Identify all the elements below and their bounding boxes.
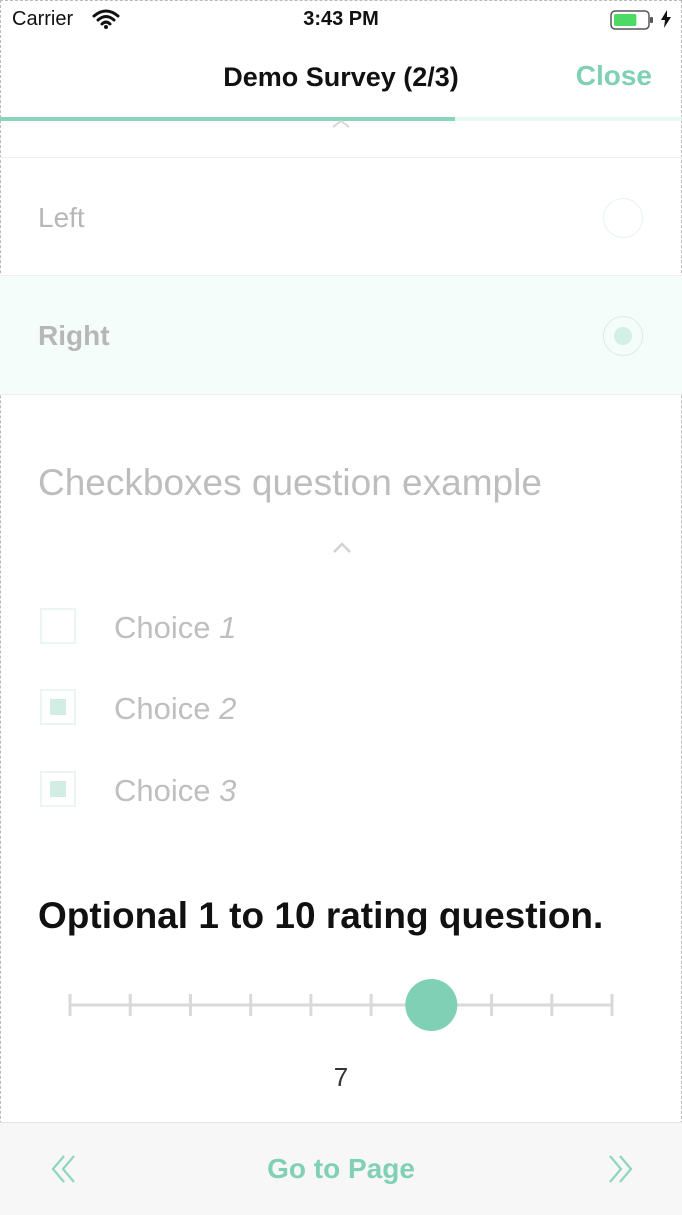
rating-value: 7 (333, 1062, 349, 1092)
checkbox-choice-2[interactable]: Choice 2 (0, 677, 682, 737)
checkbox-choice-3[interactable]: Choice 3 (0, 759, 682, 819)
chevron-up-icon (332, 119, 350, 128)
double-chevron-right-icon[interactable] (604, 1153, 634, 1185)
checkbox-choice-1[interactable]: Choice 1 (0, 596, 682, 656)
status-bar: Carrier 3:43 PM (0, 0, 682, 40)
checkbox-label: Choice 1 (114, 610, 237, 645)
close-button[interactable]: Close (576, 60, 652, 92)
radio-option-left[interactable]: Left (0, 158, 682, 276)
radio-button-selected[interactable] (603, 316, 643, 356)
checkbox-question-title: Checkboxes question example (38, 462, 542, 503)
radio-option-label: Right (38, 320, 110, 351)
radio-option-right[interactable]: Right (0, 276, 682, 394)
checkbox-fill (50, 781, 66, 797)
rating-question-title: Optional 1 to 10 rating question. (38, 895, 604, 936)
checkbox-checked[interactable] (40, 771, 76, 807)
bolt-icon (661, 10, 671, 28)
divider (0, 394, 682, 395)
checkbox-label: Choice 2 (114, 691, 237, 726)
checkbox-fill (50, 699, 66, 715)
chevron-up-icon[interactable] (331, 540, 353, 554)
radio-button[interactable] (603, 198, 643, 238)
navigation-bar: Demo Survey (2/3) Close (0, 40, 682, 118)
go-to-page-button[interactable]: Go to Page (0, 1153, 682, 1185)
battery-icon (610, 10, 653, 30)
bottom-bar: Go to Page (0, 1122, 682, 1215)
slider-thumb[interactable] (405, 979, 458, 1031)
radio-option-label: Left (38, 202, 85, 233)
progress-fill (0, 117, 455, 121)
rating-slider[interactable] (60, 975, 625, 1035)
radio-selected-dot (614, 327, 632, 345)
checkbox-label: Choice 3 (114, 773, 237, 808)
checkbox-checked[interactable] (40, 689, 76, 725)
status-time: 3:43 PM (303, 8, 379, 30)
checkbox[interactable] (40, 608, 76, 644)
